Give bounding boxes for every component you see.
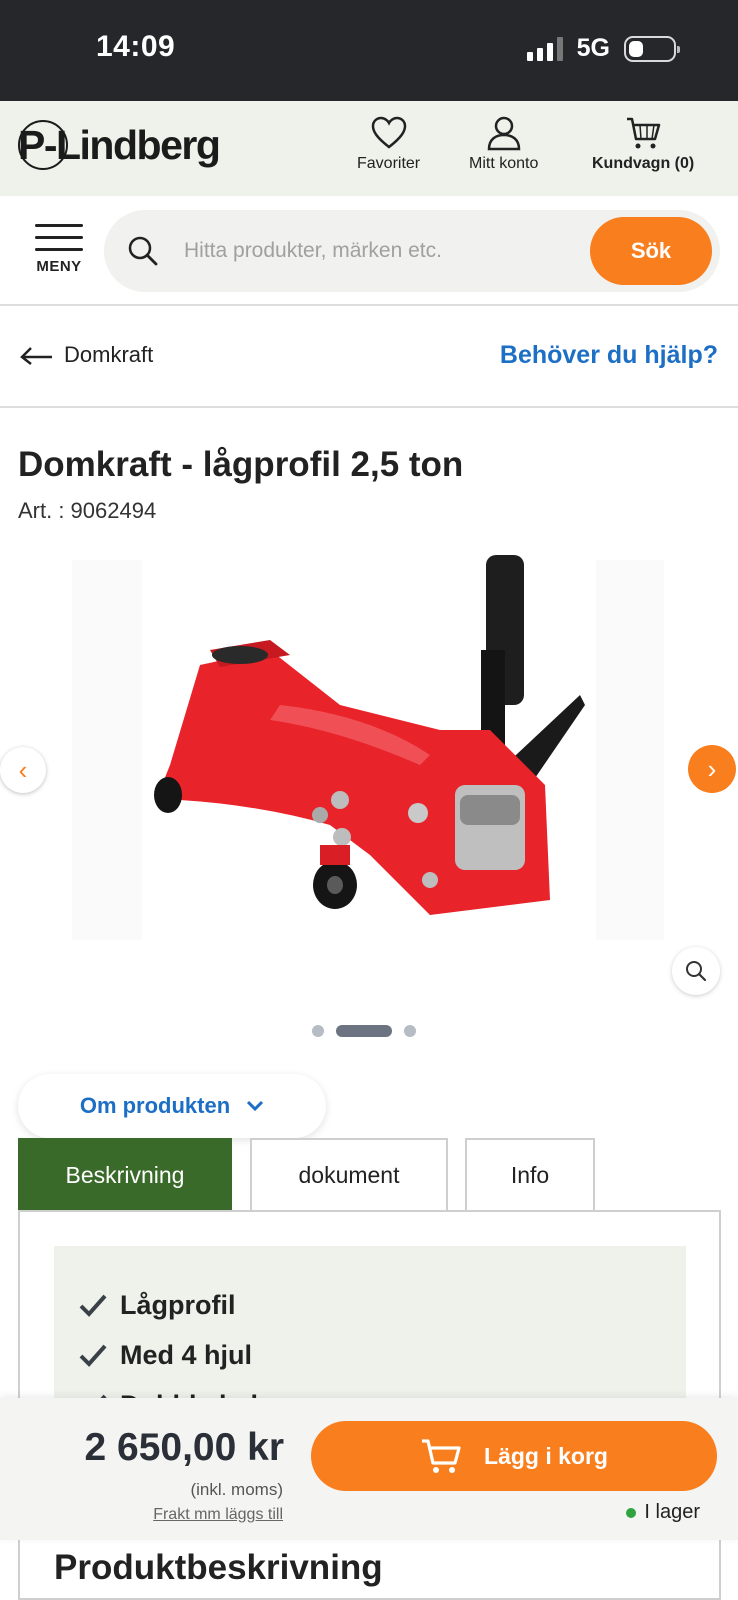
feature-item: Med 4 hjul <box>78 1330 686 1380</box>
heart-icon <box>371 116 406 149</box>
product-image[interactable] <box>140 555 600 945</box>
account-label: Mitt konto <box>469 155 539 172</box>
search-icon <box>128 236 158 266</box>
favorites-label: Favoriter <box>357 155 421 172</box>
stock-label: I lager <box>644 1501 700 1523</box>
cart-icon <box>422 1439 461 1473</box>
tab-beskrivning[interactable]: Beskrivning <box>18 1138 232 1210</box>
site-header: P-Lindberg Favoriter Mitt konto Kundvagn… <box>0 101 738 196</box>
signal-icon <box>526 36 563 61</box>
gallery-dot[interactable] <box>404 1025 416 1037</box>
add-to-cart-button[interactable]: Lägg i korg <box>311 1421 717 1491</box>
battery-icon <box>624 35 680 62</box>
menu-label: MENY <box>36 258 82 275</box>
tab-info[interactable]: Info <box>465 1138 595 1210</box>
status-indicators: 5G <box>526 34 680 63</box>
product-title: Domkraft - lågprofil 2,5 ton <box>18 445 464 484</box>
about-product-toggle[interactable]: Om produkten <box>18 1074 326 1138</box>
breadcrumb: Domkraft Behöver du hjälp? <box>0 306 738 408</box>
account-link[interactable]: Mitt konto <box>469 115 538 173</box>
search-input[interactable] <box>184 232 504 270</box>
article-number: Art. : 9062494 <box>18 498 157 523</box>
chevron-down-icon <box>247 1100 264 1112</box>
menu-button[interactable]: MENY <box>33 224 85 275</box>
checkmark-icon <box>79 1344 107 1367</box>
cart-label: Kundvagn (0) <box>592 155 695 172</box>
status-bar: 14:09 5G <box>0 0 738 101</box>
gallery-dot-active[interactable] <box>336 1025 392 1037</box>
search-bar-row: MENY Sök <box>0 196 738 306</box>
section-title: Produktbeskrivning <box>54 1548 383 1587</box>
status-time: 14:09 <box>96 30 176 63</box>
tab-dokument[interactable]: dokument <box>250 1138 448 1210</box>
vat-note: (inkl. moms) <box>190 1480 283 1499</box>
feature-label: Lågprofil <box>120 1289 236 1320</box>
stock-status: I lager <box>626 1501 700 1524</box>
favorites-link[interactable]: Favoriter <box>357 115 420 173</box>
network-label: 5G <box>576 34 610 62</box>
zoom-button[interactable] <box>672 947 720 995</box>
freight-link[interactable]: Frakt mm läggs till <box>153 1506 283 1524</box>
zoom-icon <box>686 961 707 982</box>
search-box: Sök <box>104 210 720 292</box>
feature-label: Med 4 hjul <box>120 1339 253 1370</box>
gallery-pagination <box>312 1025 416 1037</box>
site-logo[interactable]: P-Lindberg <box>18 118 221 172</box>
gallery-prev-button[interactable]: ‹ <box>0 747 46 793</box>
gallery-prev-thumb <box>72 560 142 940</box>
gallery-next-button[interactable]: › <box>688 745 736 793</box>
product-gallery: ‹ › <box>0 555 738 995</box>
chevron-left-icon: ‹ <box>18 754 28 785</box>
user-icon <box>487 116 520 151</box>
cart-link[interactable]: Kundvagn (0) <box>592 115 694 173</box>
gallery-dot[interactable] <box>312 1025 324 1037</box>
search-button[interactable]: Sök <box>590 217 712 285</box>
add-to-cart-label: Lägg i korg <box>484 1442 608 1469</box>
cart-icon <box>627 117 661 149</box>
back-link[interactable]: Domkraft <box>20 342 153 368</box>
chevron-right-icon: › <box>707 753 717 784</box>
sticky-purchase-bar: 2 650,00 kr (inkl. moms) Frakt mm läggs … <box>0 1398 738 1540</box>
stock-dot-icon <box>626 1507 637 1518</box>
back-link-label: Domkraft <box>64 342 154 367</box>
logo-circle <box>18 120 68 170</box>
product-price: 2 650,00 kr <box>84 1426 284 1469</box>
checkmark-icon <box>79 1294 107 1317</box>
gallery-next-thumb <box>596 560 664 940</box>
help-link[interactable]: Behöver du hjälp? <box>500 341 718 370</box>
about-product-label: Om produkten <box>79 1093 231 1118</box>
hamburger-icon <box>35 224 83 260</box>
arrow-left-icon <box>20 347 52 365</box>
feature-item: Lågprofil <box>78 1280 686 1330</box>
